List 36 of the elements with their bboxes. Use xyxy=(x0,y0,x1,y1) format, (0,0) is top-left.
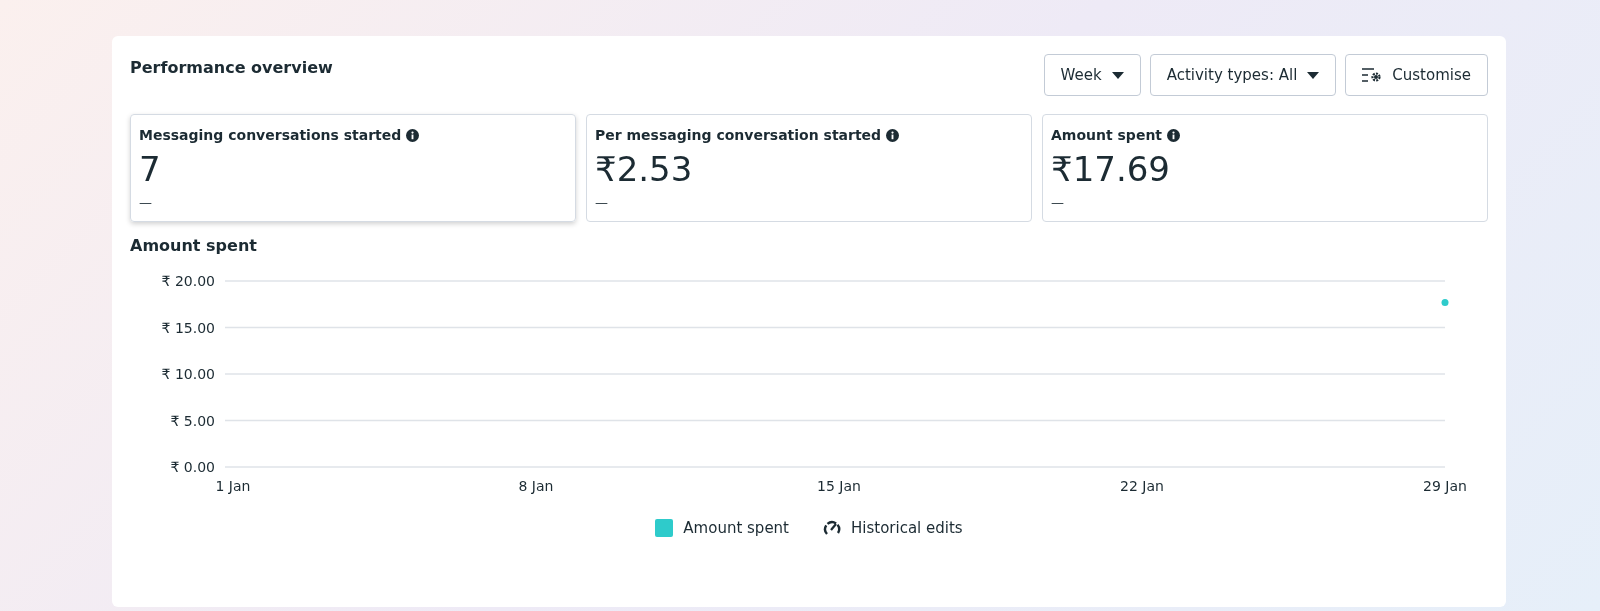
legend-label: Amount spent xyxy=(683,519,789,537)
legend-label: Historical edits xyxy=(851,519,963,537)
metric-label: Messaging conversations started xyxy=(139,127,402,143)
y-axis-label: ₹ 0.00 xyxy=(170,459,215,475)
chart-title: Amount spent xyxy=(130,236,258,255)
metric-change: — xyxy=(1051,195,1065,210)
y-axis-label: ₹ 10.00 xyxy=(161,366,215,382)
x-axis-label: 22 Jan xyxy=(1120,478,1164,494)
settings-icon xyxy=(1362,68,1383,82)
y-axis-label: ₹ 15.00 xyxy=(161,319,215,336)
metric-card[interactable]: Amount spent ₹17.69 — xyxy=(1042,114,1488,222)
metric-change: — xyxy=(139,195,153,210)
metric-card[interactable]: Per messaging conversation started ₹2.53 — xyxy=(586,114,1032,222)
metric-value: ₹2.53 xyxy=(595,149,694,189)
info-icon xyxy=(406,128,420,142)
metric-label: Amount spent xyxy=(1051,127,1163,143)
x-axis-label: 1 Jan xyxy=(215,478,251,494)
caret-icon xyxy=(1111,71,1124,79)
metric-value: ₹17.69 xyxy=(1051,149,1171,189)
metric-card[interactable]: Messaging conversations started 7 — xyxy=(130,114,576,222)
caret-icon xyxy=(1307,71,1320,79)
metric-value: 7 xyxy=(139,149,162,189)
x-axis-label: 29 Jan xyxy=(1423,478,1467,494)
gauge-icon xyxy=(823,519,841,537)
dropdown-button[interactable]: Activity types: All xyxy=(1149,54,1337,96)
metric-change: — xyxy=(595,195,609,210)
metric-label: Per messaging conversation started xyxy=(595,127,882,143)
dropdown-button[interactable]: Week xyxy=(1043,54,1141,96)
customise-button[interactable]: Customise xyxy=(1345,54,1488,96)
panel-title: Performance overview xyxy=(130,58,333,77)
y-axis-label: ₹ 20.00 xyxy=(161,273,215,289)
info-icon xyxy=(886,128,900,142)
x-axis-label: 8 Jan xyxy=(518,478,554,494)
y-axis-label: ₹ 5.00 xyxy=(170,412,215,429)
info-icon xyxy=(1167,128,1181,142)
x-axis-label: 15 Jan xyxy=(817,478,861,494)
